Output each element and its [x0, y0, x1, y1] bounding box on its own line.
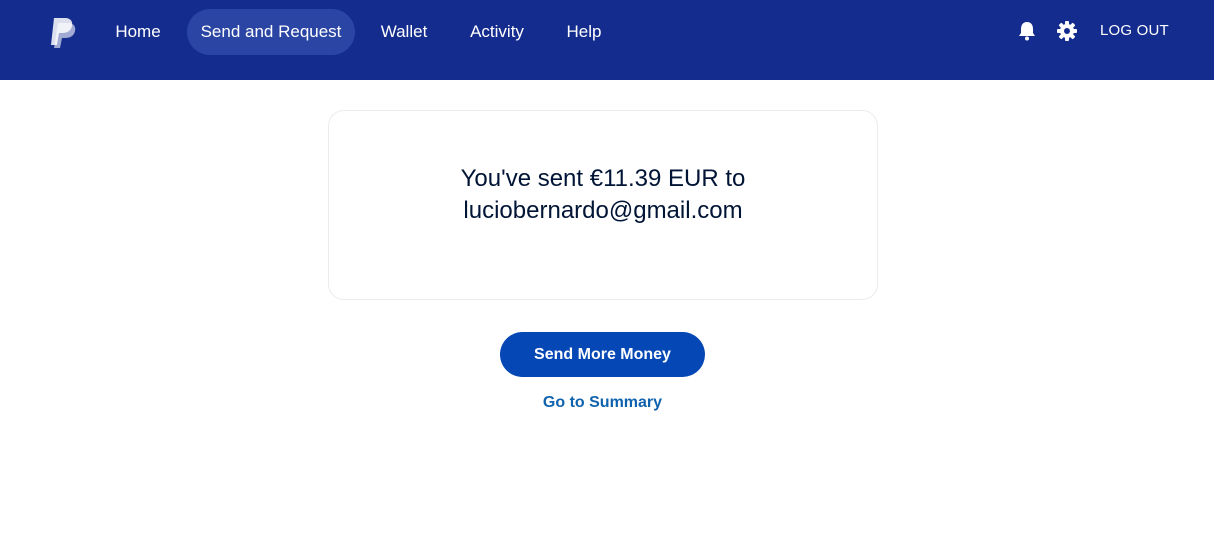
bell-icon[interactable]	[1016, 20, 1038, 42]
gear-icon[interactable]	[1056, 20, 1078, 42]
paypal-logo-icon[interactable]	[50, 17, 76, 49]
nav-item-send-and-request[interactable]: Send and Request	[187, 9, 355, 55]
confirmation-line-amount: You've sent €11.39 EUR to	[460, 165, 746, 192]
send-more-money-button[interactable]: Send More Money	[500, 332, 705, 377]
nav-item-activity[interactable]: Activity	[454, 9, 540, 55]
logout-link[interactable]: LOG OUT	[1100, 22, 1169, 39]
top-navigation-bar: Home Send and Request Wallet Activity He…	[0, 0, 1214, 80]
confirmation-line-recipient: luciobernardo@gmail.com	[463, 197, 743, 224]
nav-item-home[interactable]: Home	[100, 9, 176, 55]
confirmation-card: You've sent €11.39 EUR to luciobernardo@…	[328, 110, 878, 300]
nav-item-help[interactable]: Help	[552, 9, 616, 55]
confirmation-message: You've sent €11.39 EUR to luciobernardo@…	[329, 163, 877, 227]
go-to-summary-link[interactable]: Go to Summary	[500, 394, 705, 412]
nav-item-wallet[interactable]: Wallet	[366, 9, 442, 55]
